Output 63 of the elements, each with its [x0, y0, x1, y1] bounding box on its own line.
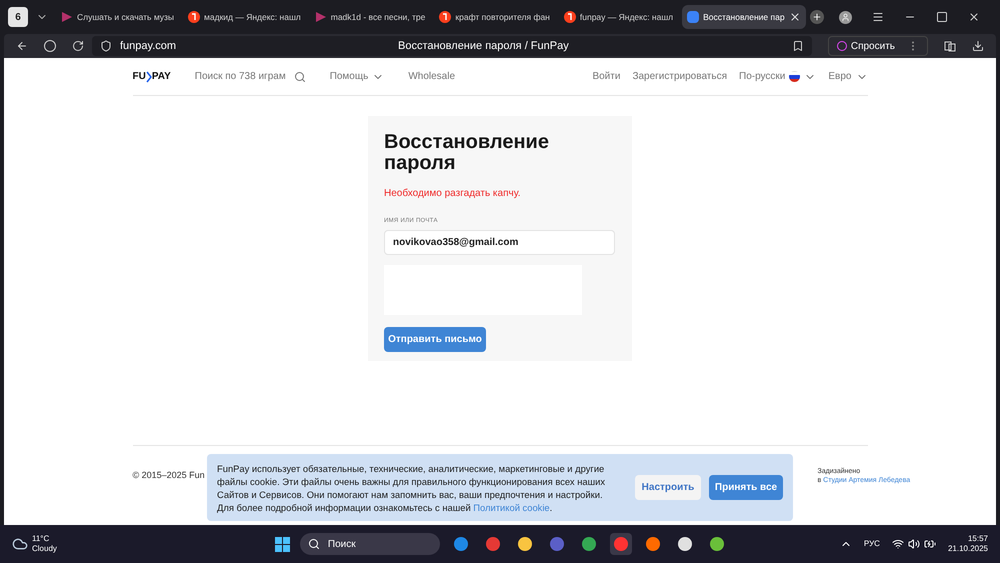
tab-title: Восстановление пар	[703, 10, 785, 24]
close-icon[interactable]	[788, 11, 801, 23]
new-tab-icon[interactable]	[810, 10, 824, 24]
shield-icon	[100, 40, 112, 52]
tab-counter[interactable]: 6	[8, 7, 28, 27]
register-link[interactable]: Зарегистрироваться	[632, 69, 727, 84]
maximize-icon[interactable]	[936, 11, 948, 23]
taskbar-search-field[interactable]: Поиск	[300, 533, 440, 555]
login-link[interactable]: Войти	[592, 69, 620, 84]
flag-icon	[789, 71, 800, 82]
battery-icon[interactable]	[924, 538, 936, 550]
url-text: funpay.com	[120, 38, 178, 54]
browser-tab[interactable]: крафт повторителя фан	[434, 5, 555, 29]
browser-tab[interactable]: Восстановление пар	[682, 5, 806, 29]
help-menu[interactable]: Помощь	[330, 69, 384, 84]
cookie-text: FunPay использует обязательные, технические, аналитические, маркетинговые и другие файлы cookie. Эти файлы очень важны для правильного функционирования всех наших Сайтов и Сервисов. Они помогают нам запомнить вас, ваши предпочтения и настройки. Для более подробной информации ознакомьтесь с нашей Политикой cookie.	[217, 462, 606, 514]
clock-time: 15:57	[968, 534, 988, 544]
start-icon[interactable]	[274, 536, 290, 552]
browser-tab[interactable]: мадкид — Яндекс: нашл	[183, 5, 306, 29]
accept-all-button[interactable]: Принять все	[709, 475, 783, 500]
funpay-logo[interactable]: FU PAY	[132, 69, 171, 84]
clock-date: 21.10.2025	[948, 544, 988, 554]
weather-text: Cloudy	[32, 544, 57, 554]
ask-button[interactable]: Спросить	[828, 36, 928, 56]
wholesale-link[interactable]: Wholesale	[408, 69, 456, 84]
search-icon	[308, 538, 320, 550]
language-menu[interactable]: По-русски	[739, 69, 816, 84]
tab-title: крафт повторителя фан	[455, 10, 550, 24]
address-field[interactable]: funpay.com Восстановление пароля / FunPay	[92, 36, 812, 56]
tab-title: madk1d - все песни, тре	[330, 10, 426, 24]
profile-icon[interactable]	[839, 10, 852, 24]
menu-icon[interactable]	[872, 11, 884, 23]
yandex-icon	[188, 11, 200, 23]
page-title: Восстановление пароля / FunPay	[398, 38, 569, 54]
bookmark-icon[interactable]	[792, 40, 804, 52]
settings-button[interactable]: Настроить	[635, 475, 701, 500]
download-icon[interactable]	[972, 40, 984, 52]
yandex-icon	[439, 11, 452, 23]
language-indicator[interactable]: РУС	[864, 538, 880, 550]
tab-title: Слушать и скачать музы	[77, 10, 174, 24]
browser-tab[interactable]: Слушать и скачать музы	[56, 5, 180, 29]
reload-icon[interactable]	[72, 40, 84, 52]
browser-tab[interactable]: madk1d - все песни, тре	[310, 5, 430, 29]
play-logo-icon	[61, 11, 73, 23]
form-title: Восстановление пароля	[384, 132, 550, 174]
back-icon[interactable]	[16, 40, 28, 52]
error-message: Необходимо разгадать капчу.	[384, 187, 522, 201]
currency-menu[interactable]: Евро	[828, 69, 868, 84]
collections-icon[interactable]	[944, 40, 956, 52]
email-field[interactable]: novikovao358@gmail.com	[384, 230, 615, 255]
copyright-text: © 2015–2025 Fun	[132, 468, 205, 482]
tab-title: funpay — Яндекс: нашл	[580, 10, 674, 24]
yandex-icon	[564, 11, 576, 23]
temperature-text: 11°C	[32, 534, 50, 544]
volume-icon[interactable]	[908, 538, 920, 550]
browser-tab[interactable]: funpay — Яндекс: нашл	[558, 5, 678, 29]
cloud-icon[interactable]	[12, 536, 28, 552]
tab-title: мадкид — Яндекс: нашл	[204, 10, 301, 24]
send-email-button[interactable]: Отправить письмо	[384, 327, 486, 352]
close-icon[interactable]	[968, 11, 980, 23]
search-icon[interactable]	[294, 70, 306, 82]
game-search-field[interactable]: Поиск по 738 играм	[194, 69, 286, 84]
play-logo-icon	[314, 11, 327, 23]
